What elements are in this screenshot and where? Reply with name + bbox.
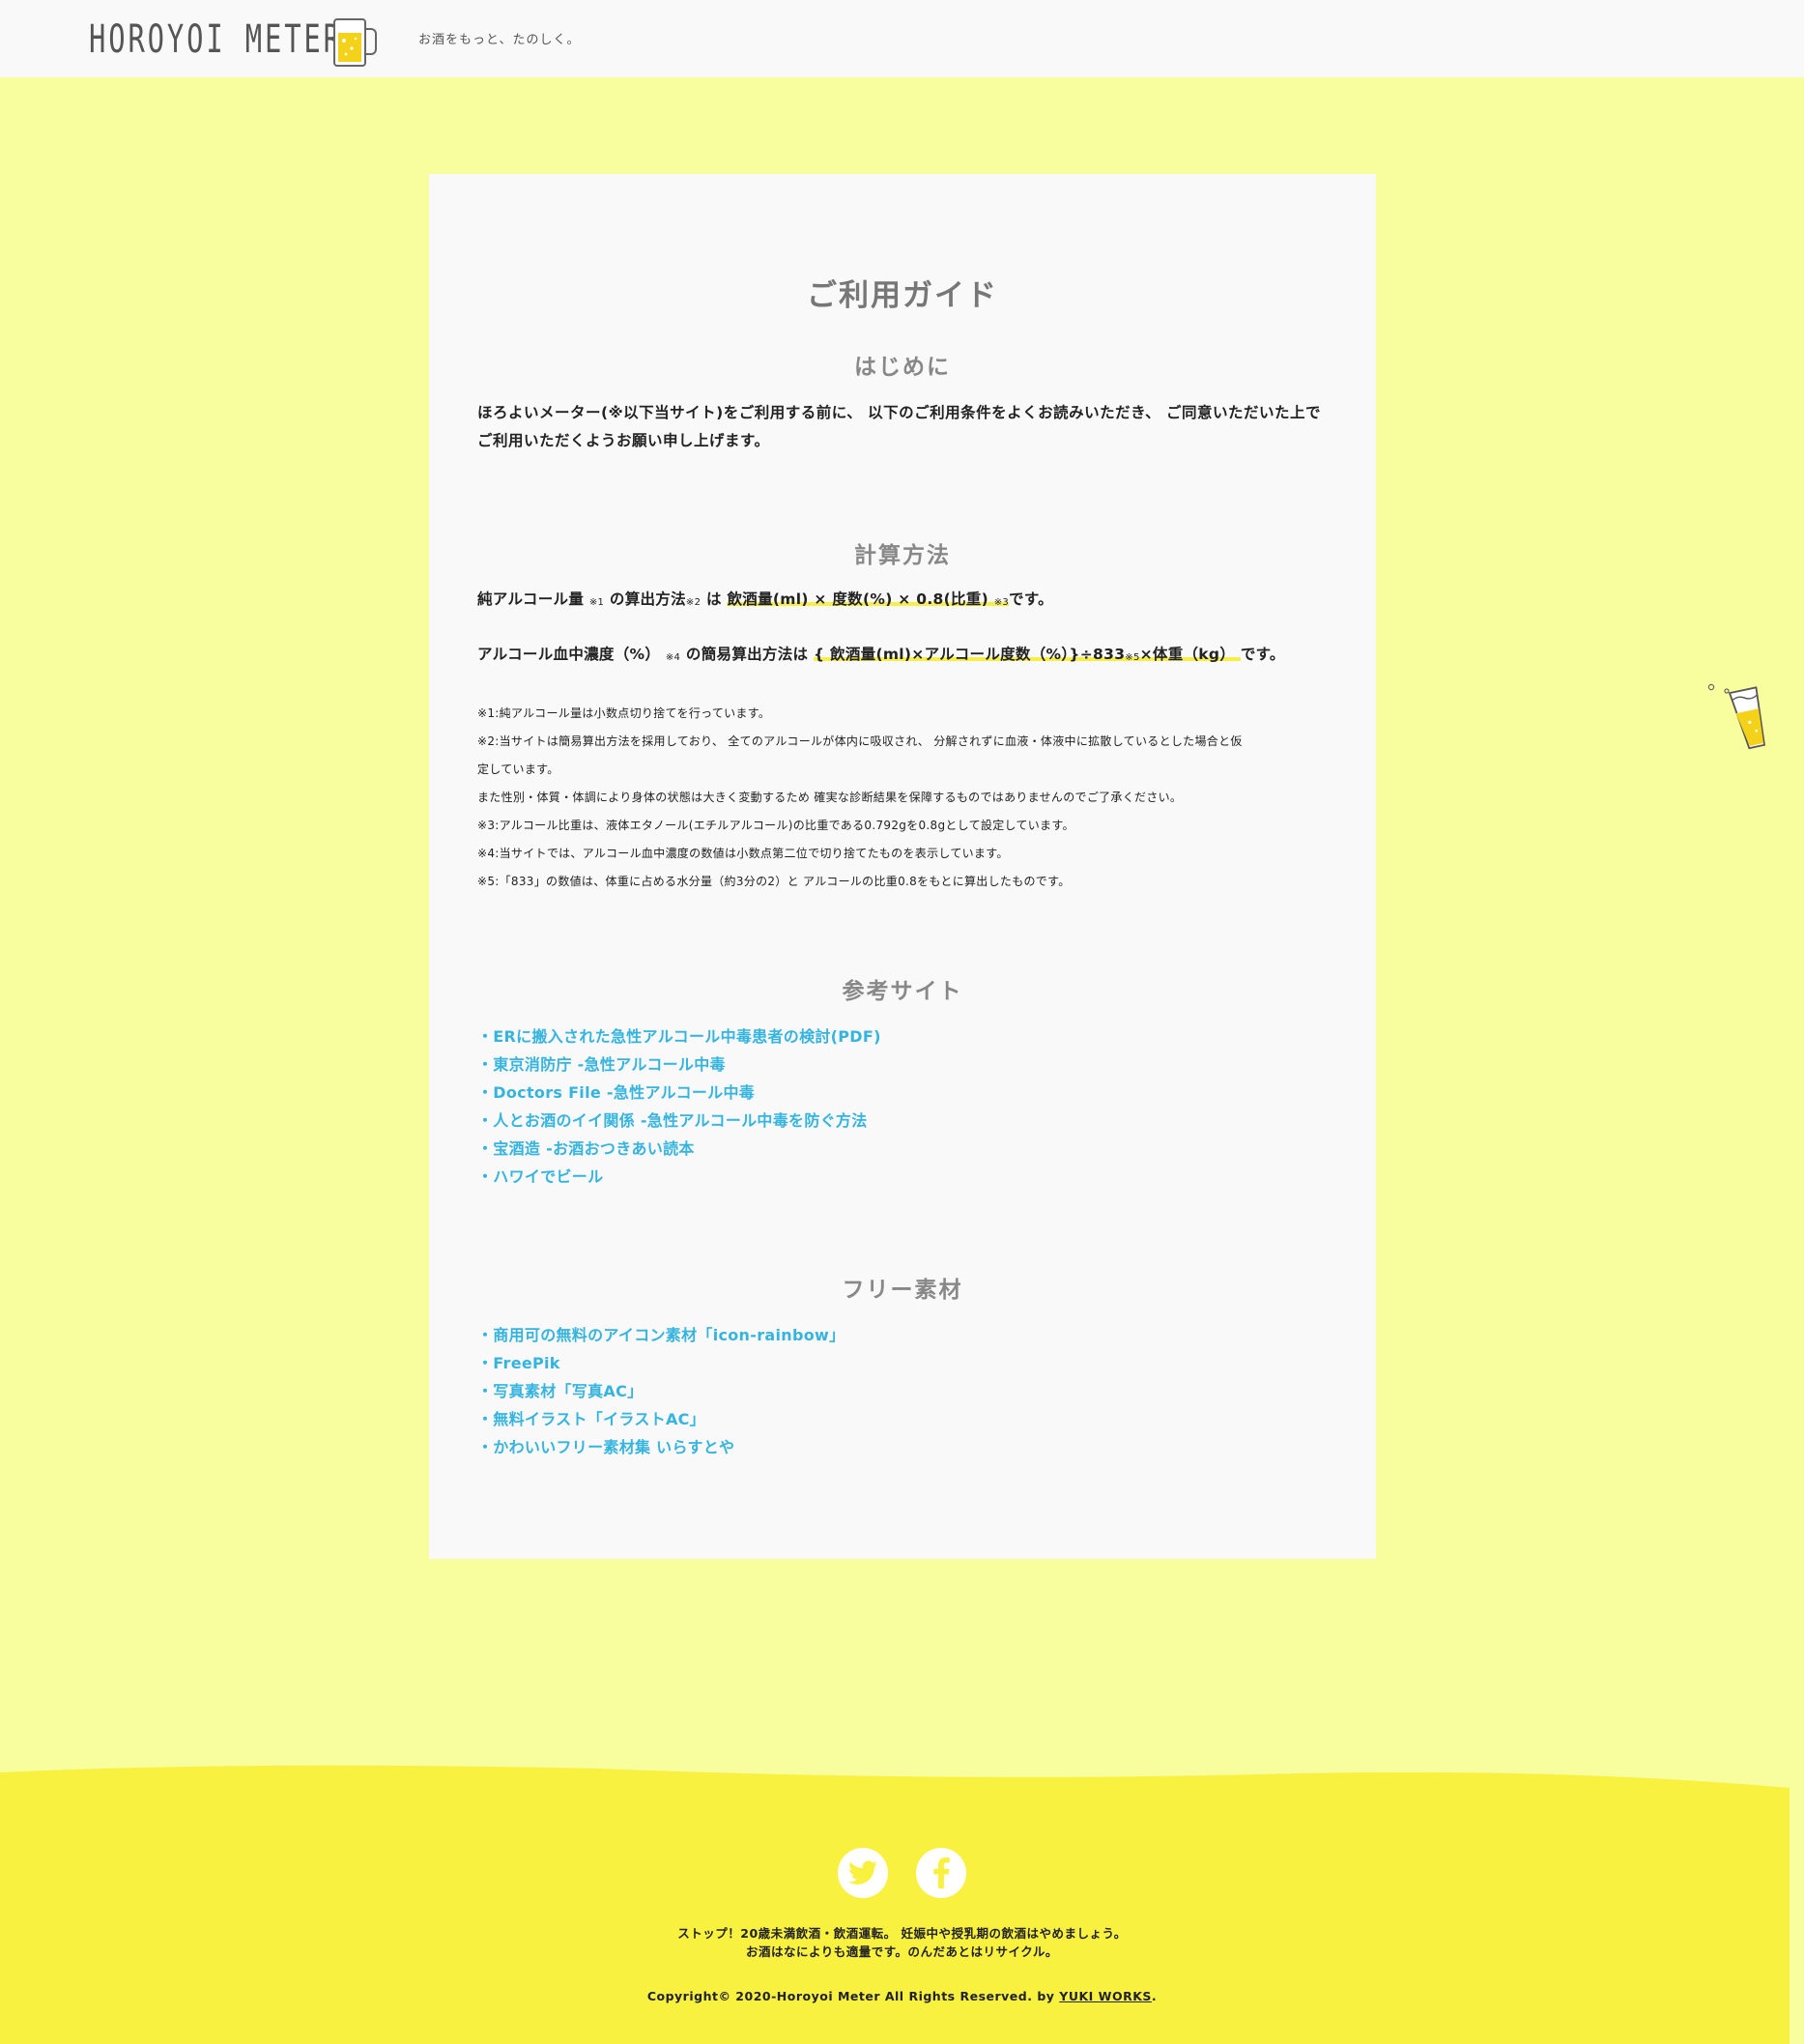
note-line: ※3:アルコール比重は、液体エタノール(エチルアルコール)の比重である0.792… [477, 819, 1074, 832]
copyright: Copyright© 2020-Horoyoi Meter All Rights… [0, 1989, 1804, 2003]
note-line: ※5:「833」の数値は、体重に占める水分量（約3分の2）と アルコールの比重0… [477, 875, 1071, 888]
formula-1-ha: は [705, 590, 722, 608]
beer-glass-icon [1707, 683, 1765, 750]
formula-2-expression-b: ×体重（kg） [1139, 646, 1236, 663]
formula-1-lead: 純アルコール量 [477, 590, 585, 608]
twitter-icon [848, 1860, 877, 1885]
ref-link[interactable]: ・ERに搬入された急性アルコール中毒患者の検討(PDF) [477, 1027, 881, 1046]
refs-heading: 参考サイト [842, 979, 963, 1004]
note-line: 定しています。 [477, 763, 559, 776]
intro-heading: はじめに [854, 355, 951, 380]
free-link[interactable]: ・無料イラスト「イラストAC」 [477, 1410, 705, 1428]
list-item[interactable]: ・宝酒造 -お酒おつきあい読本 [477, 1135, 1328, 1163]
note-line: また性別・体質・体調により身体の状態は大きく変動するため 確実な診断結果を保障す… [477, 791, 1183, 804]
free-link[interactable]: ・FreePik [477, 1354, 560, 1372]
refs-list: ・ERに搬入された急性アルコール中毒患者の検討(PDF) ・東京消防庁 -急性ア… [477, 1022, 1328, 1191]
calc-heading: 計算方法 [854, 543, 951, 568]
formula-2-end: です。 [1240, 646, 1285, 663]
free-link[interactable]: ・写真素材「写真AC」 [477, 1382, 643, 1400]
list-item[interactable]: ・東京消防庁 -急性アルコール中毒 [477, 1051, 1328, 1079]
free-heading: フリー素材 [842, 1278, 963, 1303]
formula-2-highlight: { 飲酒量(ml)×アルコール度数（%）}÷833※5×体重（kg） [814, 646, 1241, 663]
formula-2-expression-a: { 飲酒量(ml)×アルコール度数（%）}÷833 [814, 646, 1126, 663]
formula-1-expression: 飲酒量(ml) × 度数(%) × 0.8(比重) [727, 590, 988, 608]
free-link[interactable]: ・商用可の無料のアイコン素材「icon-rainbow」 [477, 1326, 845, 1344]
list-item[interactable]: ・写真素材「写真AC」 [477, 1377, 1328, 1405]
guide-card: ご利用ガイド はじめに ほろよいメーター(※以下当サイト)をご利用する前に、 以… [429, 174, 1376, 1559]
list-item[interactable]: ・無料イラスト「イラストAC」 [477, 1405, 1328, 1433]
logo-text: HOROYOI METER [89, 17, 343, 62]
note-ref-5: ※5 [1125, 652, 1140, 663]
beer-mug-icon [333, 18, 377, 67]
copyright-text: Copyright© 2020-Horoyoi Meter All Rights… [646, 1989, 1055, 2003]
free-link[interactable]: ・かわいいフリー素材集 いらすとや [477, 1438, 734, 1456]
free-list: ・商用可の無料のアイコン素材「icon-rainbow」 ・FreePik ・写… [477, 1321, 1328, 1461]
formula-1-mid: の算出方法 [609, 590, 686, 608]
note-line: ※4:当サイトでは、アルコール血中濃度の数値は小数点第二位で切り捨てたものを表示… [477, 847, 1009, 860]
copyright-end: . [1151, 1989, 1158, 2003]
list-item[interactable]: ・Doctors File -急性アルコール中毒 [477, 1079, 1328, 1107]
note-ref-3: ※3 [993, 597, 1010, 608]
facebook-icon [933, 1857, 950, 1888]
calc-notes: ※1:純アルコール量は小数点切り捨てを行っています。 ※2:当サイトは簡易算出方… [477, 700, 1328, 896]
note-ref-2: ※2 [685, 597, 702, 608]
formula-2-mid: の簡易算出方法は [685, 646, 809, 663]
list-item[interactable]: ・ERに搬入された急性アルコール中毒患者の検討(PDF) [477, 1022, 1328, 1051]
ref-link[interactable]: ・東京消防庁 -急性アルコール中毒 [477, 1055, 726, 1074]
formula-pure-alcohol: 純アルコール量 ※1 の算出方法※2 は 飲酒量(ml) × 度数(%) × 0… [477, 588, 1347, 609]
note-ref-1: ※1 [588, 597, 605, 608]
footer-warning-1: ストップ！20歳未満飲酒・飲酒運転。 妊娠中や授乳期の飲酒はやめましょう。 [677, 1926, 1127, 1941]
list-item[interactable]: ・かわいいフリー素材集 いらすとや [477, 1433, 1328, 1461]
list-item[interactable]: ・人とお酒のイイ関係 -急性アルコール中毒を防ぐ方法 [477, 1107, 1328, 1135]
footer-warning-2: お酒はなによりも適量です。のんだあとはリサイクル。 [746, 1944, 1058, 1959]
twitter-button[interactable] [838, 1848, 888, 1898]
note-line: ※1:純アルコール量は小数点切り捨てを行っています。 [477, 706, 771, 720]
site-header: HOROYOI METER お酒をもっと、たのしく。 [0, 0, 1804, 77]
yuki-works-link[interactable]: YUKI WORKS [1059, 1989, 1152, 2003]
ref-link[interactable]: ・ハワイでビール [477, 1167, 603, 1186]
list-item[interactable]: ・商用可の無料のアイコン素材「icon-rainbow」 [477, 1321, 1328, 1349]
formula-blood-alcohol: アルコール血中濃度（%） ※4 の簡易算出方法は { 飲酒量(ml)×アルコール… [477, 643, 1347, 664]
site-logo[interactable]: HOROYOI METER [89, 14, 377, 67]
ref-link[interactable]: ・宝酒造 -お酒おつきあい読本 [477, 1139, 695, 1158]
list-item[interactable]: ・ハワイでビール [477, 1163, 1328, 1191]
note-ref-4: ※4 [665, 652, 681, 663]
ref-link[interactable]: ・人とお酒のイイ関係 -急性アルコール中毒を防ぐ方法 [477, 1111, 868, 1130]
facebook-button[interactable] [916, 1848, 966, 1898]
page-title: ご利用ガイド [807, 278, 998, 313]
list-item[interactable]: ・FreePik [477, 1349, 1328, 1377]
formula-1-highlight: 飲酒量(ml) × 度数(%) × 0.8(比重) ※3 [727, 590, 1010, 608]
intro-text: ほろよいメーター(※以下当サイト)をご利用する前に、 以下のご利用条件をよくお読… [477, 404, 1321, 449]
formula-2-lead: アルコール血中濃度（%） [477, 646, 661, 663]
formula-1-end: です。 [1009, 590, 1053, 608]
tagline: お酒をもっと、たのしく。 [418, 33, 581, 47]
note-line: ※2:当サイトは簡易算出方法を採用しており、 全てのアルコールが体内に吸収され、… [477, 734, 1243, 748]
ref-link[interactable]: ・Doctors File -急性アルコール中毒 [477, 1083, 755, 1102]
